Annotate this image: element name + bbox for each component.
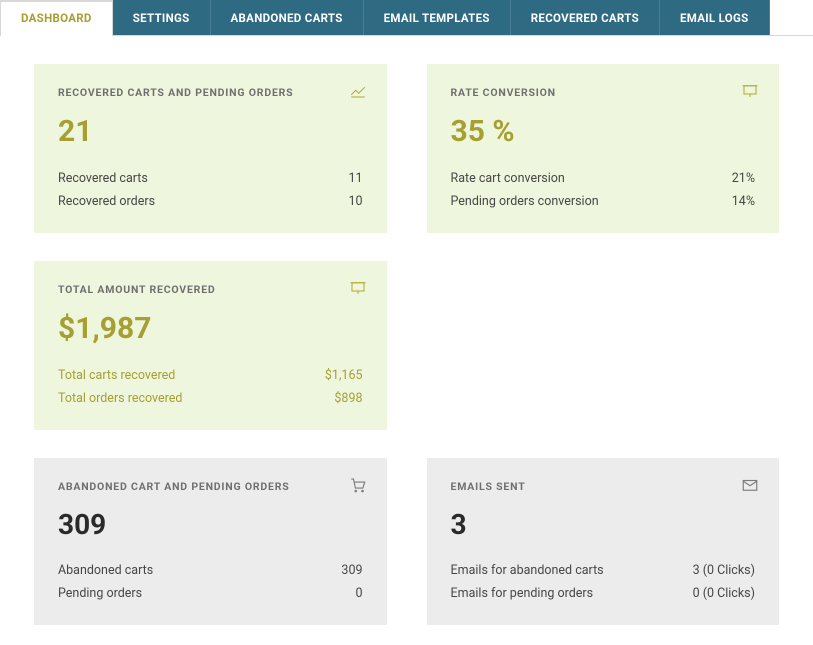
card-abandoned-pending: ABANDONED CART AND PENDING ORDERS 309 Ab… <box>34 458 387 625</box>
tab-settings[interactable]: SETTINGS <box>113 0 211 35</box>
row-value: 309 <box>341 563 362 578</box>
row-recovered-carts: Recovered carts 11 <box>58 171 363 186</box>
row-label: Recovered orders <box>58 194 155 209</box>
row-label: Pending orders <box>58 586 142 601</box>
tab-email-templates[interactable]: EMAIL TEMPLATES <box>364 0 511 35</box>
row-total-carts-recovered: Total carts recovered $1,165 <box>58 368 363 383</box>
row-value: 21% <box>732 171 755 186</box>
tab-recovered-carts[interactable]: RECOVERED CARTS <box>511 0 660 35</box>
row-abandoned-carts: Abandoned carts 309 <box>58 563 363 578</box>
row-value: 0 (0 Clicks) <box>693 586 755 601</box>
row-label: Pending orders conversion <box>451 194 599 209</box>
card-total-amount: TOTAL AMOUNT RECOVERED $1,987 Total cart… <box>34 261 387 430</box>
card-title: RECOVERED CARTS AND PENDING ORDERS <box>58 86 363 99</box>
card-title: RATE CONVERSION <box>451 86 756 99</box>
row-total-orders-recovered: Total orders recovered $898 <box>58 391 363 406</box>
row-label: Total orders recovered <box>58 391 182 406</box>
mail-icon <box>741 476 759 494</box>
card-title: ABANDONED CART AND PENDING ORDERS <box>58 480 363 493</box>
row-value: $898 <box>334 391 362 406</box>
card-big-value: 309 <box>58 511 363 539</box>
card-title: TOTAL AMOUNT RECOVERED <box>58 283 363 296</box>
row-label: Emails for pending orders <box>451 586 594 601</box>
row-label: Rate cart conversion <box>451 171 565 186</box>
row-value: 10 <box>348 194 362 209</box>
row-value: 0 <box>355 586 362 601</box>
row-label: Emails for abandoned carts <box>451 563 604 578</box>
tab-email-logs[interactable]: EMAIL LOGS <box>660 0 770 35</box>
card-recovered-pending: RECOVERED CARTS AND PENDING ORDERS 21 Re… <box>34 64 387 233</box>
card-big-value: 21 <box>58 117 363 147</box>
tab-dashboard[interactable]: DASHBOARD <box>0 0 113 36</box>
card-big-value: 35 % <box>451 117 756 147</box>
card-big-value: 3 <box>451 511 756 539</box>
presentation-icon <box>349 279 367 297</box>
row-emails-abandoned: Emails for abandoned carts 3 (0 Clicks) <box>451 563 756 578</box>
row-pending-orders: Pending orders 0 <box>58 586 363 601</box>
card-big-value: $1,987 <box>58 314 363 344</box>
dashboard-cards: RECOVERED CARTS AND PENDING ORDERS 21 Re… <box>0 36 813 645</box>
card-title: EMAILS SENT <box>451 480 756 493</box>
chart-line-icon <box>349 82 367 100</box>
row-rate-cart-conversion: Rate cart conversion 21% <box>451 171 756 186</box>
row-value: $1,165 <box>325 368 363 383</box>
row-pending-orders-conversion: Pending orders conversion 14% <box>451 194 756 209</box>
row-recovered-orders: Recovered orders 10 <box>58 194 363 209</box>
row-label: Recovered carts <box>58 171 148 186</box>
row-value: 11 <box>348 171 362 186</box>
tab-bar: DASHBOARD SETTINGS ABANDONED CARTS EMAIL… <box>0 0 813 36</box>
row-value: 14% <box>732 194 755 209</box>
row-value: 3 (0 Clicks) <box>693 563 755 578</box>
card-rate-conversion: RATE CONVERSION 35 % Rate cart conversio… <box>427 64 780 233</box>
card-emails-sent: EMAILS SENT 3 Emails for abandoned carts… <box>427 458 780 625</box>
row-emails-pending: Emails for pending orders 0 (0 Clicks) <box>451 586 756 601</box>
tab-abandoned-carts[interactable]: ABANDONED CARTS <box>211 0 364 35</box>
row-label: Total carts recovered <box>58 368 175 383</box>
presentation-icon <box>741 82 759 100</box>
cart-icon <box>349 476 367 494</box>
row-label: Abandoned carts <box>58 563 153 578</box>
